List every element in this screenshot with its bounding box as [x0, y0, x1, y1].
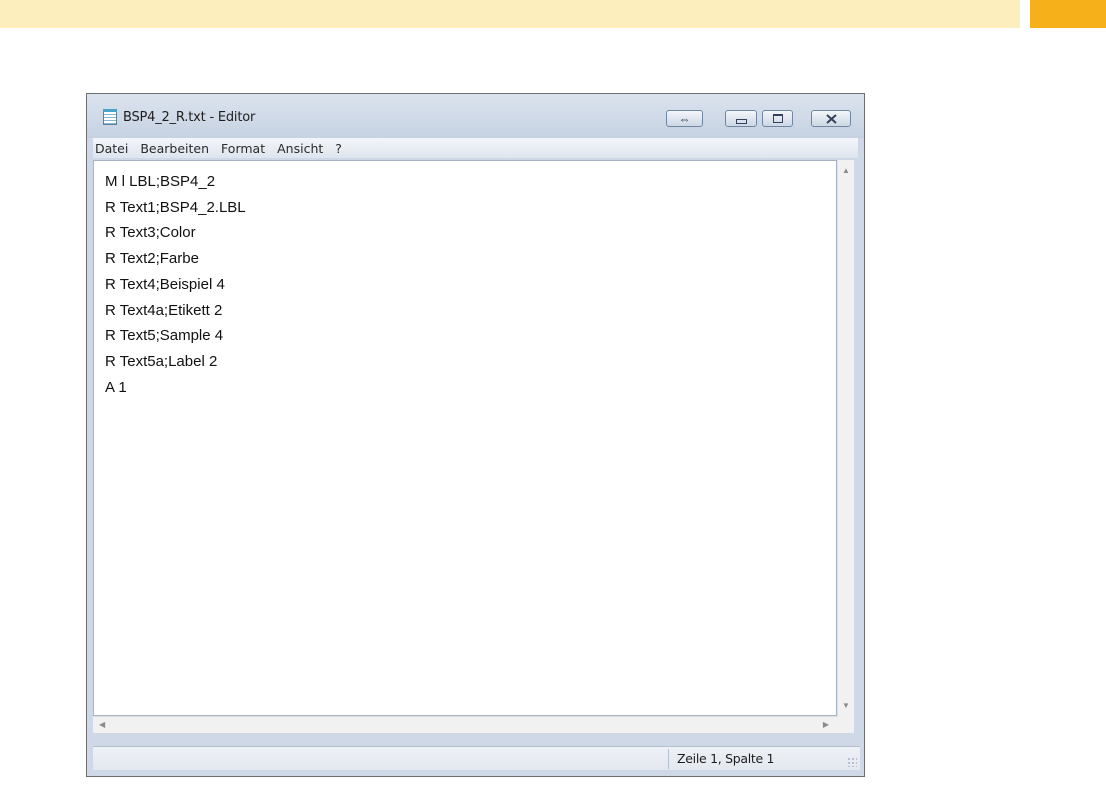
text-line: R Text4a;Etikett 2: [105, 301, 223, 319]
switch-arrows-icon: ⇔: [678, 111, 691, 126]
switch-window-button[interactable]: ⇔: [666, 110, 703, 127]
scrollbar-corner: [837, 716, 854, 733]
title-bar[interactable]: BSP4_2_R.txt - Editor ⇔: [87, 94, 864, 138]
scroll-right-arrow-icon[interactable]: ▶: [823, 720, 829, 729]
window-title: BSP4_2_R.txt - Editor: [123, 110, 256, 125]
notepad-window: BSP4_2_R.txt - Editor ⇔ Datei Bearbeiten…: [86, 93, 865, 777]
text-content: M l LBL;BSP4_2 R Text1;BSP4_2.LBL R Text…: [105, 169, 246, 400]
resize-grip-icon[interactable]: [847, 757, 857, 767]
text-line: R Text2;Farbe: [105, 250, 199, 268]
text-line: A 1: [105, 378, 127, 396]
menu-bearbeiten[interactable]: Bearbeiten: [134, 141, 209, 156]
horizontal-scrollbar[interactable]: ◀ ▶: [93, 716, 837, 733]
menu-format[interactable]: Format: [215, 141, 265, 156]
text-line: R Text4;Beispiel 4: [105, 275, 225, 293]
cursor-position-status: Zeile 1, Spalte 1: [677, 751, 775, 766]
top-banner-band: [0, 0, 1020, 28]
maximize-icon: [772, 114, 783, 123]
menu-help[interactable]: ?: [329, 141, 342, 156]
close-button[interactable]: [811, 110, 851, 127]
text-line: M l LBL;BSP4_2: [105, 173, 216, 190]
notepad-icon[interactable]: [103, 109, 117, 125]
minimize-icon: [735, 118, 747, 124]
top-banner-accent: [1030, 0, 1106, 28]
text-editor-area[interactable]: M l LBL;BSP4_2 R Text1;BSP4_2.LBL R Text…: [93, 160, 837, 716]
status-bar: Zeile 1, Spalte 1: [93, 746, 860, 770]
close-icon: [825, 113, 837, 124]
text-line: R Text1;BSP4_2.LBL: [105, 198, 246, 216]
minimize-button[interactable]: [725, 110, 757, 127]
text-line: R Text3;Color: [105, 224, 196, 242]
menu-bar: Datei Bearbeiten Format Ansicht ?: [93, 138, 858, 158]
scroll-up-arrow-icon[interactable]: ▲: [842, 166, 850, 175]
text-line: R Text5;Sample 4: [105, 327, 224, 345]
status-divider: [668, 749, 669, 769]
maximize-button[interactable]: [762, 110, 793, 127]
menu-datei[interactable]: Datei: [93, 141, 128, 156]
menu-ansicht[interactable]: Ansicht: [271, 141, 323, 156]
text-line: R Text5a;Label 2: [105, 352, 218, 370]
scroll-down-arrow-icon[interactable]: ▼: [842, 701, 850, 710]
scroll-left-arrow-icon[interactable]: ◀: [99, 720, 105, 729]
vertical-scrollbar[interactable]: ▲ ▼: [837, 160, 854, 716]
